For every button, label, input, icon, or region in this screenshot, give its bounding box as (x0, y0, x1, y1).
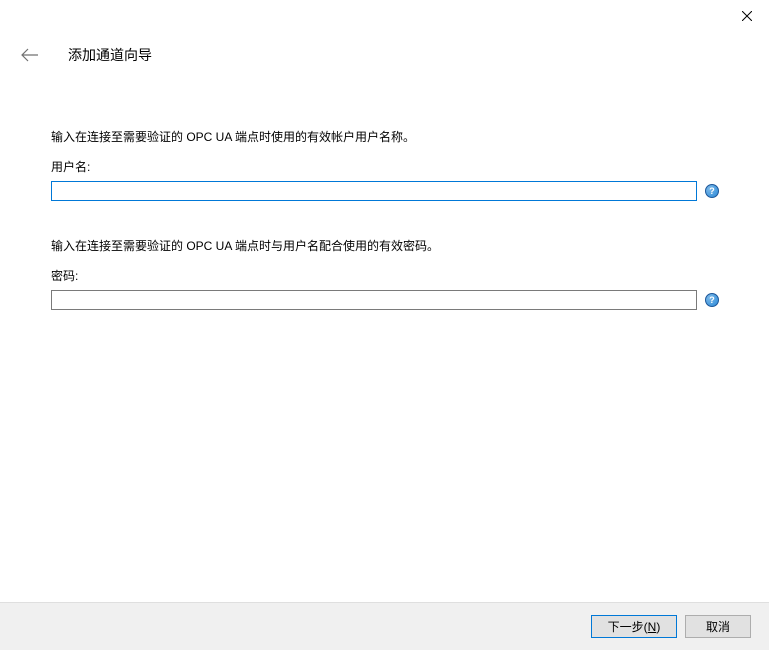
next-label-prefix: 下一步( (608, 620, 648, 634)
password-description: 输入在连接至需要验证的 OPC UA 端点时与用户名配合使用的有效密码。 (51, 237, 719, 255)
username-group: 输入在连接至需要验证的 OPC UA 端点时使用的有效帐户用户名称。 用户名: … (51, 128, 719, 201)
content-area: 输入在连接至需要验证的 OPC UA 端点时使用的有效帐户用户名称。 用户名: … (51, 128, 719, 346)
footer-bar: 下一步(N) 取消 (0, 602, 769, 650)
username-description: 输入在连接至需要验证的 OPC UA 端点时使用的有效帐户用户名称。 (51, 128, 719, 146)
password-label: 密码: (51, 267, 719, 284)
close-icon (742, 11, 752, 21)
username-help-icon[interactable]: ? (705, 184, 719, 198)
arrow-left-icon (21, 48, 39, 62)
username-input[interactable] (51, 181, 697, 201)
next-label-suffix: ) (656, 620, 660, 634)
next-button[interactable]: 下一步(N) (591, 615, 677, 638)
username-label: 用户名: (51, 158, 719, 175)
cancel-button[interactable]: 取消 (685, 615, 751, 638)
back-button[interactable] (20, 45, 40, 65)
close-button[interactable] (724, 1, 769, 31)
password-group: 输入在连接至需要验证的 OPC UA 端点时与用户名配合使用的有效密码。 密码:… (51, 237, 719, 310)
password-help-icon[interactable]: ? (705, 293, 719, 307)
page-title: 添加通道向导 (68, 45, 152, 65)
password-input[interactable] (51, 290, 697, 310)
